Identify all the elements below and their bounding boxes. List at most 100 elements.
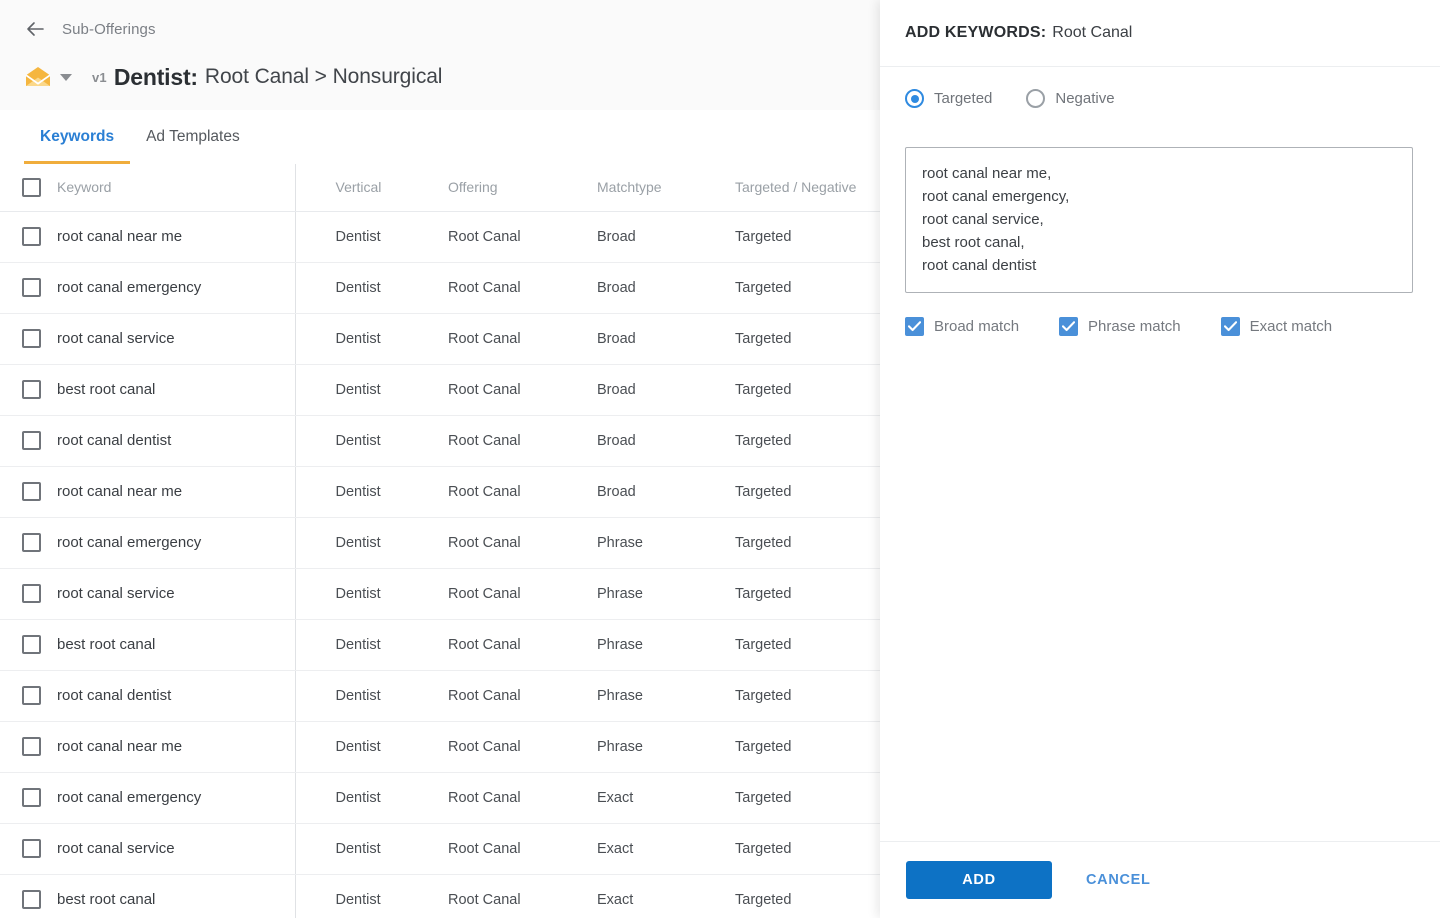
add-keywords-panel: ADD KEYWORDS: Root Canal Targeted Negati… (880, 0, 1440, 918)
table-row[interactable]: root canal near meDentistRoot CanalBroad… (0, 466, 880, 517)
cell-keyword: root canal dentist (0, 415, 295, 466)
cell-vertical-label: Dentist (336, 688, 381, 704)
cell-targeted-negative-label: Targeted (735, 688, 791, 704)
version-tag: v1 (92, 70, 107, 85)
add-button[interactable]: ADD (906, 861, 1052, 899)
cell-targeted-negative: Targeted (706, 517, 880, 568)
open-envelope-icon[interactable] (24, 66, 52, 88)
cell-matchtype: Exact (569, 874, 706, 918)
table-row[interactable]: best root canalDentistRoot CanalPhraseTa… (0, 619, 880, 670)
table-row[interactable]: root canal near meDentistRoot CanalBroad… (0, 211, 880, 262)
back-arrow-icon[interactable] (24, 18, 46, 40)
tab-keywords[interactable]: Keywords (24, 110, 130, 164)
row-checkbox[interactable] (22, 686, 41, 705)
cell-vertical-label: Dentist (336, 586, 381, 602)
breadcrumb-sub-offerings[interactable]: Sub-Offerings (62, 21, 156, 38)
cell-offering-label: Root Canal (448, 841, 521, 857)
table-row[interactable]: root canal serviceDentistRoot CanalPhras… (0, 568, 880, 619)
row-checkbox[interactable] (22, 533, 41, 552)
cell-matchtype-label: Broad (597, 382, 636, 398)
row-checkbox[interactable] (22, 584, 41, 603)
table-row[interactable]: best root canalDentistRoot CanalExactTar… (0, 874, 880, 918)
cell-offering: Root Canal (417, 772, 569, 823)
checkbox-broad-match[interactable]: Broad match (905, 317, 1019, 336)
cell-keyword-label: best root canal (57, 636, 155, 653)
cell-keyword-label: root canal near me (57, 228, 182, 245)
chevron-down-icon[interactable] (60, 74, 72, 81)
column-header-offering-label: Offering (448, 179, 498, 195)
page-subtitle: Root Canal > Nonsurgical (205, 65, 442, 89)
table-row[interactable]: root canal serviceDentistRoot CanalBroad… (0, 313, 880, 364)
cell-matchtype-label: Broad (597, 484, 636, 500)
cell-keyword: root canal near me (0, 466, 295, 517)
radio-targeted-indicator[interactable] (905, 89, 924, 108)
cell-matchtype-label: Broad (597, 433, 636, 449)
checkbox-exact-match-box[interactable] (1221, 317, 1240, 336)
radio-option-targeted[interactable]: Targeted (905, 89, 992, 108)
table-row[interactable]: root canal dentistDentistRoot CanalBroad… (0, 415, 880, 466)
row-checkbox[interactable] (22, 278, 41, 297)
page-title-row: v1 Dentist: Root Canal > Nonsurgical (24, 60, 442, 94)
cell-keyword-label: best root canal (57, 381, 155, 398)
table-row[interactable]: root canal emergencyDentistRoot CanalBro… (0, 262, 880, 313)
tab-ad-templates-label: Ad Templates (146, 128, 240, 146)
cell-offering: Root Canal (417, 670, 569, 721)
cell-matchtype-label: Phrase (597, 586, 643, 602)
row-checkbox[interactable] (22, 380, 41, 399)
keywords-input[interactable] (905, 147, 1413, 293)
table-row[interactable]: best root canalDentistRoot CanalBroadTar… (0, 364, 880, 415)
cell-keyword-label: root canal near me (57, 738, 182, 755)
cell-targeted-negative-label: Targeted (735, 637, 791, 653)
table-body: root canal near me Dentist Root Canal Broad… (0, 211, 880, 918)
select-all-checkbox[interactable] (22, 178, 41, 197)
row-checkbox[interactable] (22, 329, 41, 348)
cell-matchtype: Broad (569, 364, 706, 415)
cell-offering: Root Canal (417, 721, 569, 772)
cancel-button[interactable]: CANCEL (1086, 872, 1151, 888)
cell-targeted-negative-label: Targeted (735, 331, 791, 347)
app-root: Sub-Offerings v1 Dentist: Root Canal > N… (0, 0, 1440, 918)
cell-matchtype: Phrase (569, 568, 706, 619)
checkbox-phrase-match-box[interactable] (1059, 317, 1078, 336)
radio-targeted-label: Targeted (934, 90, 992, 107)
cell-keyword-label: root canal service (57, 840, 175, 857)
table-row[interactable]: root canal dentistDentistRoot CanalPhras… (0, 670, 880, 721)
panel-header: ADD KEYWORDS: Root Canal (880, 0, 1440, 67)
cell-targeted-negative-label: Targeted (735, 484, 791, 500)
cell-matchtype: Broad (569, 415, 706, 466)
cell-targeted-negative: Targeted (706, 823, 880, 874)
checkbox-broad-match-box[interactable] (905, 317, 924, 336)
cell-targeted-negative-label: Targeted (735, 790, 791, 806)
cell-keyword-label: root canal service (57, 585, 175, 602)
cell-offering-label: Root Canal (448, 331, 521, 347)
cell-keyword-label: root canal near me (57, 483, 182, 500)
row-checkbox[interactable] (22, 890, 41, 909)
cell-matchtype-label: Phrase (597, 535, 643, 551)
table-row[interactable]: root canal near meDentistRoot CanalPhras… (0, 721, 880, 772)
row-checkbox[interactable] (22, 839, 41, 858)
table-row[interactable]: root canal serviceDentistRoot CanalExact… (0, 823, 880, 874)
table-row[interactable]: root canal emergencyDentistRoot CanalPhr… (0, 517, 880, 568)
cell-matchtype: Exact (569, 823, 706, 874)
row-checkbox[interactable] (22, 788, 41, 807)
checkbox-exact-match[interactable]: Exact match (1221, 317, 1333, 336)
cell-targeted-negative: Targeted (706, 466, 880, 517)
table-row[interactable]: root canal emergencyDentistRoot CanalExa… (0, 772, 880, 823)
panel-title-value: Root Canal (1052, 24, 1132, 42)
column-header-matchtype-label: Matchtype (597, 179, 662, 195)
cell-vertical: Dentist (295, 364, 417, 415)
row-checkbox[interactable] (22, 431, 41, 450)
radio-option-negative[interactable]: Negative (1026, 89, 1114, 108)
row-checkbox[interactable] (22, 635, 41, 654)
cell-vertical-label: Dentist (336, 331, 381, 347)
radio-negative-indicator[interactable] (1026, 89, 1045, 108)
cell-offering-label: Root Canal (448, 433, 521, 449)
cell-vertical-label: Dentist (336, 229, 381, 245)
row-checkbox[interactable] (22, 227, 41, 246)
row-checkbox[interactable] (22, 482, 41, 501)
cell-targeted-negative-label: Targeted (735, 586, 791, 602)
checkbox-phrase-match[interactable]: Phrase match (1059, 317, 1181, 336)
row-checkbox[interactable] (22, 737, 41, 756)
cell-targeted-negative: Targeted (706, 874, 880, 918)
tab-ad-templates[interactable]: Ad Templates (130, 110, 256, 164)
